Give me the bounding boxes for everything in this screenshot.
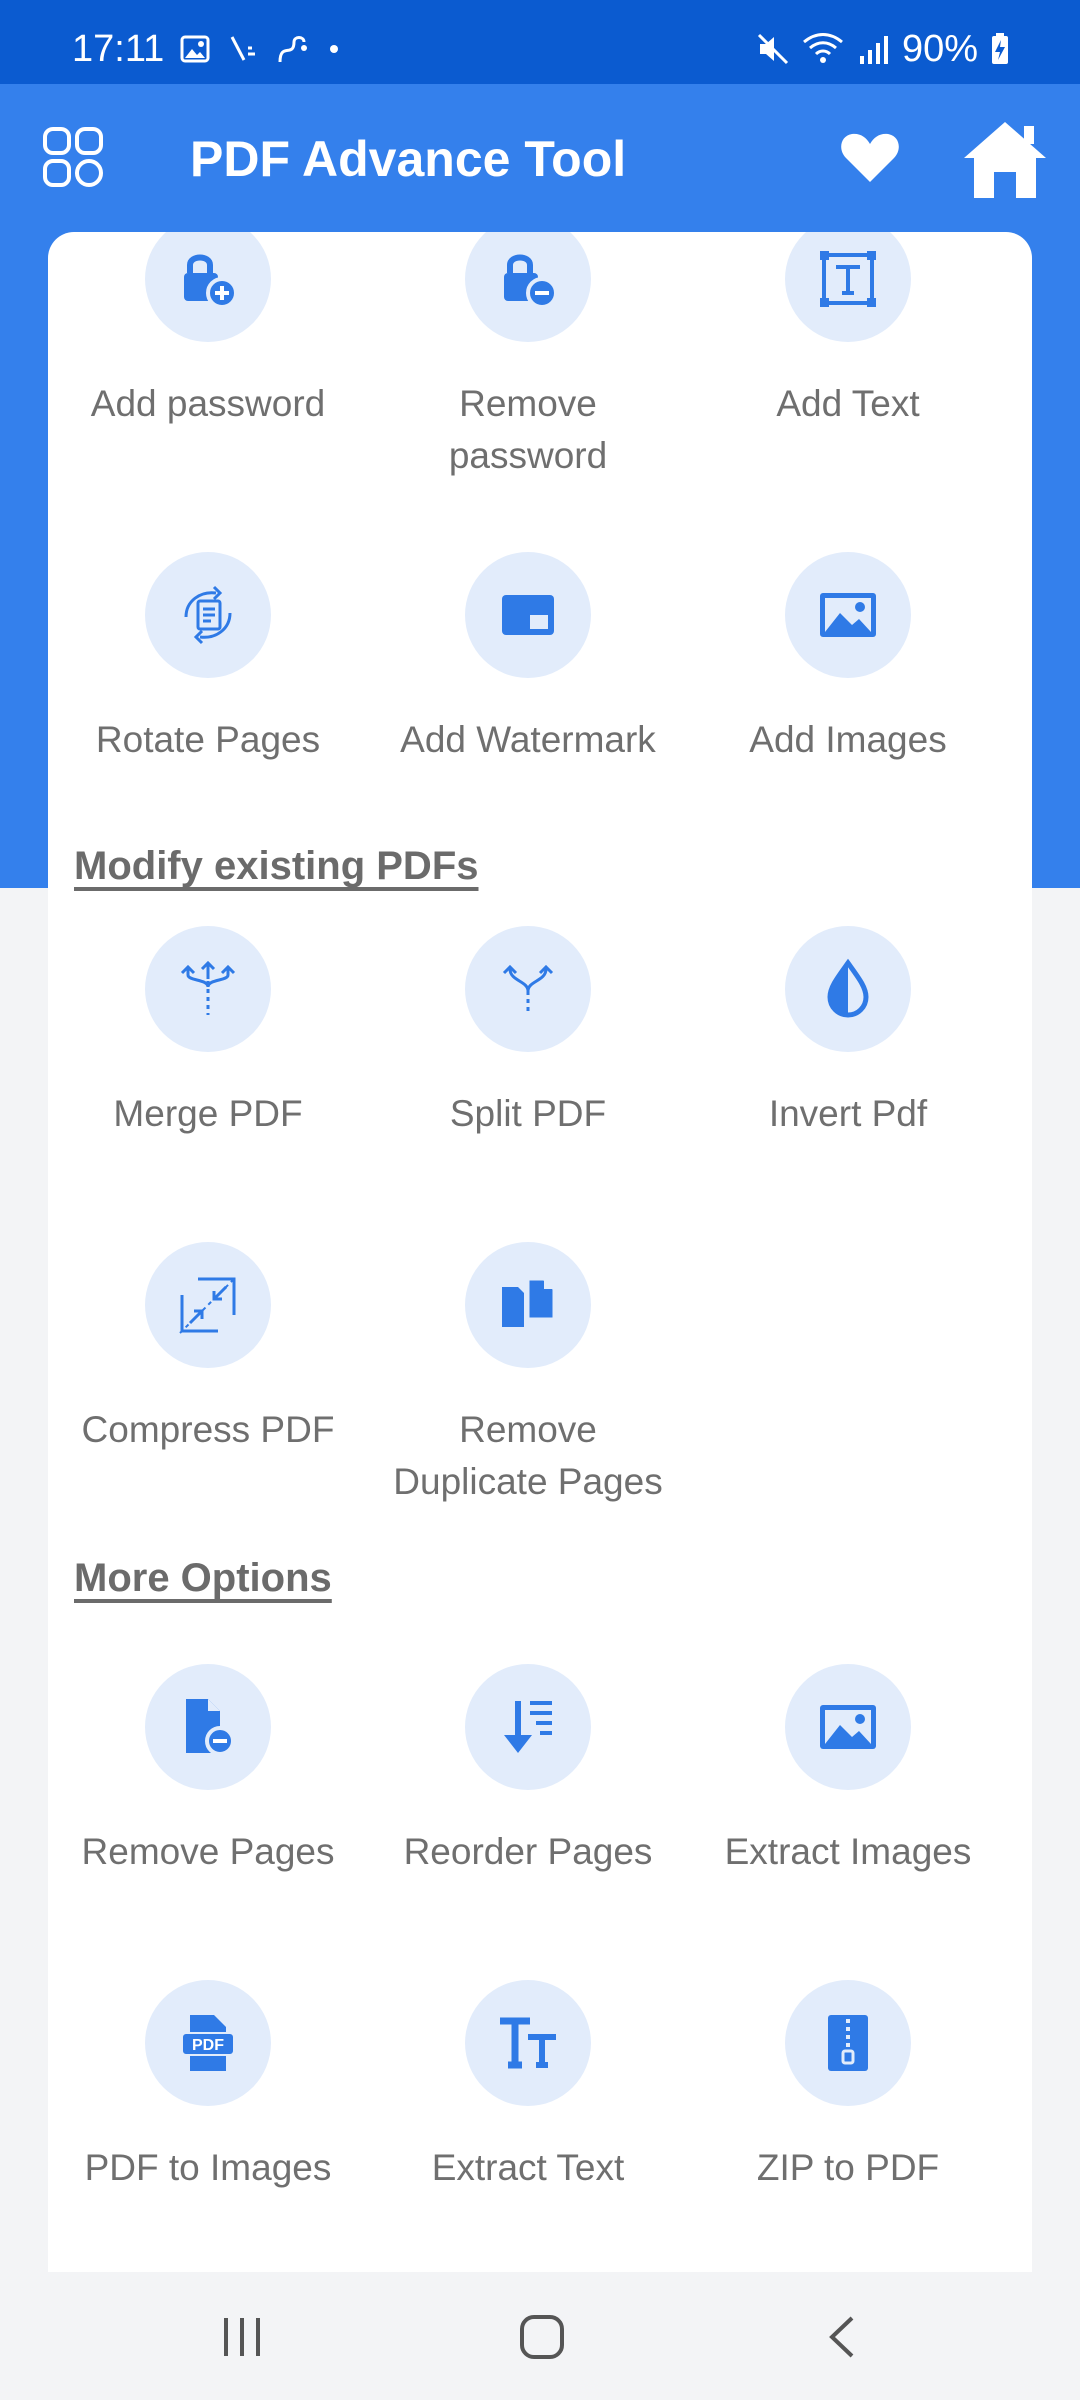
tool-icon-circle [145, 1242, 271, 1368]
status-bar: 17:11 90% [0, 0, 1080, 84]
rotate-page-icon [184, 585, 232, 645]
tool-icon-circle [465, 552, 591, 678]
grid-menu-icon[interactable] [42, 126, 104, 188]
tool-remove-duplicate-pages[interactable]: Remove Duplicate Pages [368, 1242, 688, 1508]
tool-label: Add Images [749, 719, 947, 760]
svg-text:PDF: PDF [192, 2037, 224, 2054]
back-icon[interactable] [814, 2312, 874, 2362]
dot-icon [330, 45, 338, 53]
tool-label: Merge PDF [113, 1093, 303, 1134]
tool-invert-pdf[interactable]: Invert Pdf [688, 926, 1008, 1140]
tool-label: Compress PDF [81, 1409, 335, 1450]
tool-icon-circle [465, 232, 591, 342]
tool-label: Add Watermark [400, 719, 656, 760]
tool-icon-circle [145, 552, 271, 678]
tool-label: Add Text [776, 383, 920, 424]
tool-reorder-pages[interactable]: Reorder Pages [368, 1664, 688, 1878]
tools-card: Add password Remove password Add Text Ro… [48, 232, 1032, 2272]
tool-icon-circle [145, 926, 271, 1052]
tool-label: Extract Images [724, 1831, 972, 1872]
tool-pdf-to-images[interactable]: PDF PDF to Images [48, 1980, 368, 2194]
tool-icon-circle [785, 232, 911, 342]
tool-icon-circle [465, 1980, 591, 2106]
merge-icon [180, 960, 236, 1015]
status-time: 17:11 [72, 28, 165, 70]
text-format-icon [500, 2017, 556, 2069]
compress-icon [179, 1276, 237, 1334]
tool-icon-circle [785, 552, 911, 678]
lock-minus-icon [504, 254, 558, 309]
route-notification-icon [278, 36, 307, 63]
heart-icon[interactable] [838, 126, 902, 190]
tool-label: Split PDF [449, 1093, 607, 1134]
tool-label: Reorder Pages [403, 1831, 653, 1872]
tool-label: Rotate Pages [95, 719, 321, 760]
mute-icon [757, 33, 788, 65]
tool-label: Remove password [448, 383, 608, 476]
tool-icon-circle [785, 1980, 911, 2106]
image-icon [820, 1705, 876, 1749]
tool-merge-pdf[interactable]: Merge PDF [48, 926, 368, 1140]
tool-icon-circle [465, 926, 591, 1052]
tool-add-watermark[interactable]: Add Watermark [368, 552, 688, 766]
gallery-notification-icon [180, 35, 210, 63]
home-circle-icon[interactable] [512, 2312, 572, 2362]
tool-label: ZIP to PDF [756, 2147, 940, 2188]
tool-label: Invert Pdf [768, 1093, 928, 1134]
tool-add-password[interactable]: Add password [48, 232, 368, 430]
tool-icon-circle [145, 232, 271, 342]
lock-plus-icon [184, 254, 238, 309]
zip-icon [828, 2015, 868, 2071]
tool-rotate-pages[interactable]: Rotate Pages [48, 552, 368, 766]
tool-remove-password[interactable]: Remove password [368, 232, 688, 482]
watermark-icon [502, 595, 554, 635]
invert-drop-icon [827, 958, 869, 1018]
tool-compress-pdf[interactable]: Compress PDF [48, 1242, 368, 1456]
duplicate-pages-icon [502, 1277, 556, 1327]
text-box-icon [820, 251, 876, 307]
system-status: 90% [756, 30, 1010, 68]
recent-apps-icon[interactable] [212, 2312, 272, 2362]
notification-icons [180, 34, 340, 64]
section-title-more-options: More Options [74, 1556, 332, 1600]
tool-icon-circle [465, 1664, 591, 1790]
tool-label: Extract Text [431, 2147, 625, 2188]
tool-icon-circle [785, 1664, 911, 1790]
signal-icon [859, 36, 888, 64]
call-notification-icon [230, 36, 255, 61]
tool-zip-to-pdf[interactable]: ZIP to PDF [688, 1980, 1008, 2194]
tool-extract-images[interactable]: Extract Images [688, 1664, 1008, 1878]
section-title-modify: Modify existing PDFs [74, 844, 479, 888]
tool-label: Remove Duplicate Pages [393, 1409, 663, 1502]
tool-icon-circle [465, 1242, 591, 1368]
tool-icon-circle [785, 926, 911, 1052]
tool-icon-circle [145, 1664, 271, 1790]
page-title: PDF Advance Tool [190, 131, 627, 187]
split-icon [502, 964, 554, 1015]
tool-split-pdf[interactable]: Split PDF [368, 926, 688, 1140]
tool-remove-pages[interactable]: Remove Pages [48, 1664, 368, 1878]
tool-add-text[interactable]: Add Text [688, 232, 1008, 430]
tool-add-images[interactable]: Add Images [688, 552, 1008, 766]
tool-label: PDF to Images [84, 2147, 332, 2188]
system-nav-bar [0, 2272, 1080, 2400]
pdf-file-icon: PDF [181, 2015, 235, 2071]
tool-icon-circle: PDF [145, 1980, 271, 2106]
battery-percent: 90% [901, 28, 978, 70]
wifi-icon [802, 33, 843, 63]
reorder-icon [504, 1701, 552, 1753]
file-minus-icon [186, 1699, 235, 1756]
tool-label: Remove Pages [81, 1831, 335, 1872]
image-icon [820, 593, 876, 637]
home-icon[interactable] [962, 116, 1048, 202]
app-bar: PDF Advance Tool [0, 84, 1080, 234]
tool-label: Add password [90, 383, 326, 424]
tool-extract-text[interactable]: Extract Text [368, 1980, 688, 2194]
battery-charging-icon [992, 33, 1008, 64]
